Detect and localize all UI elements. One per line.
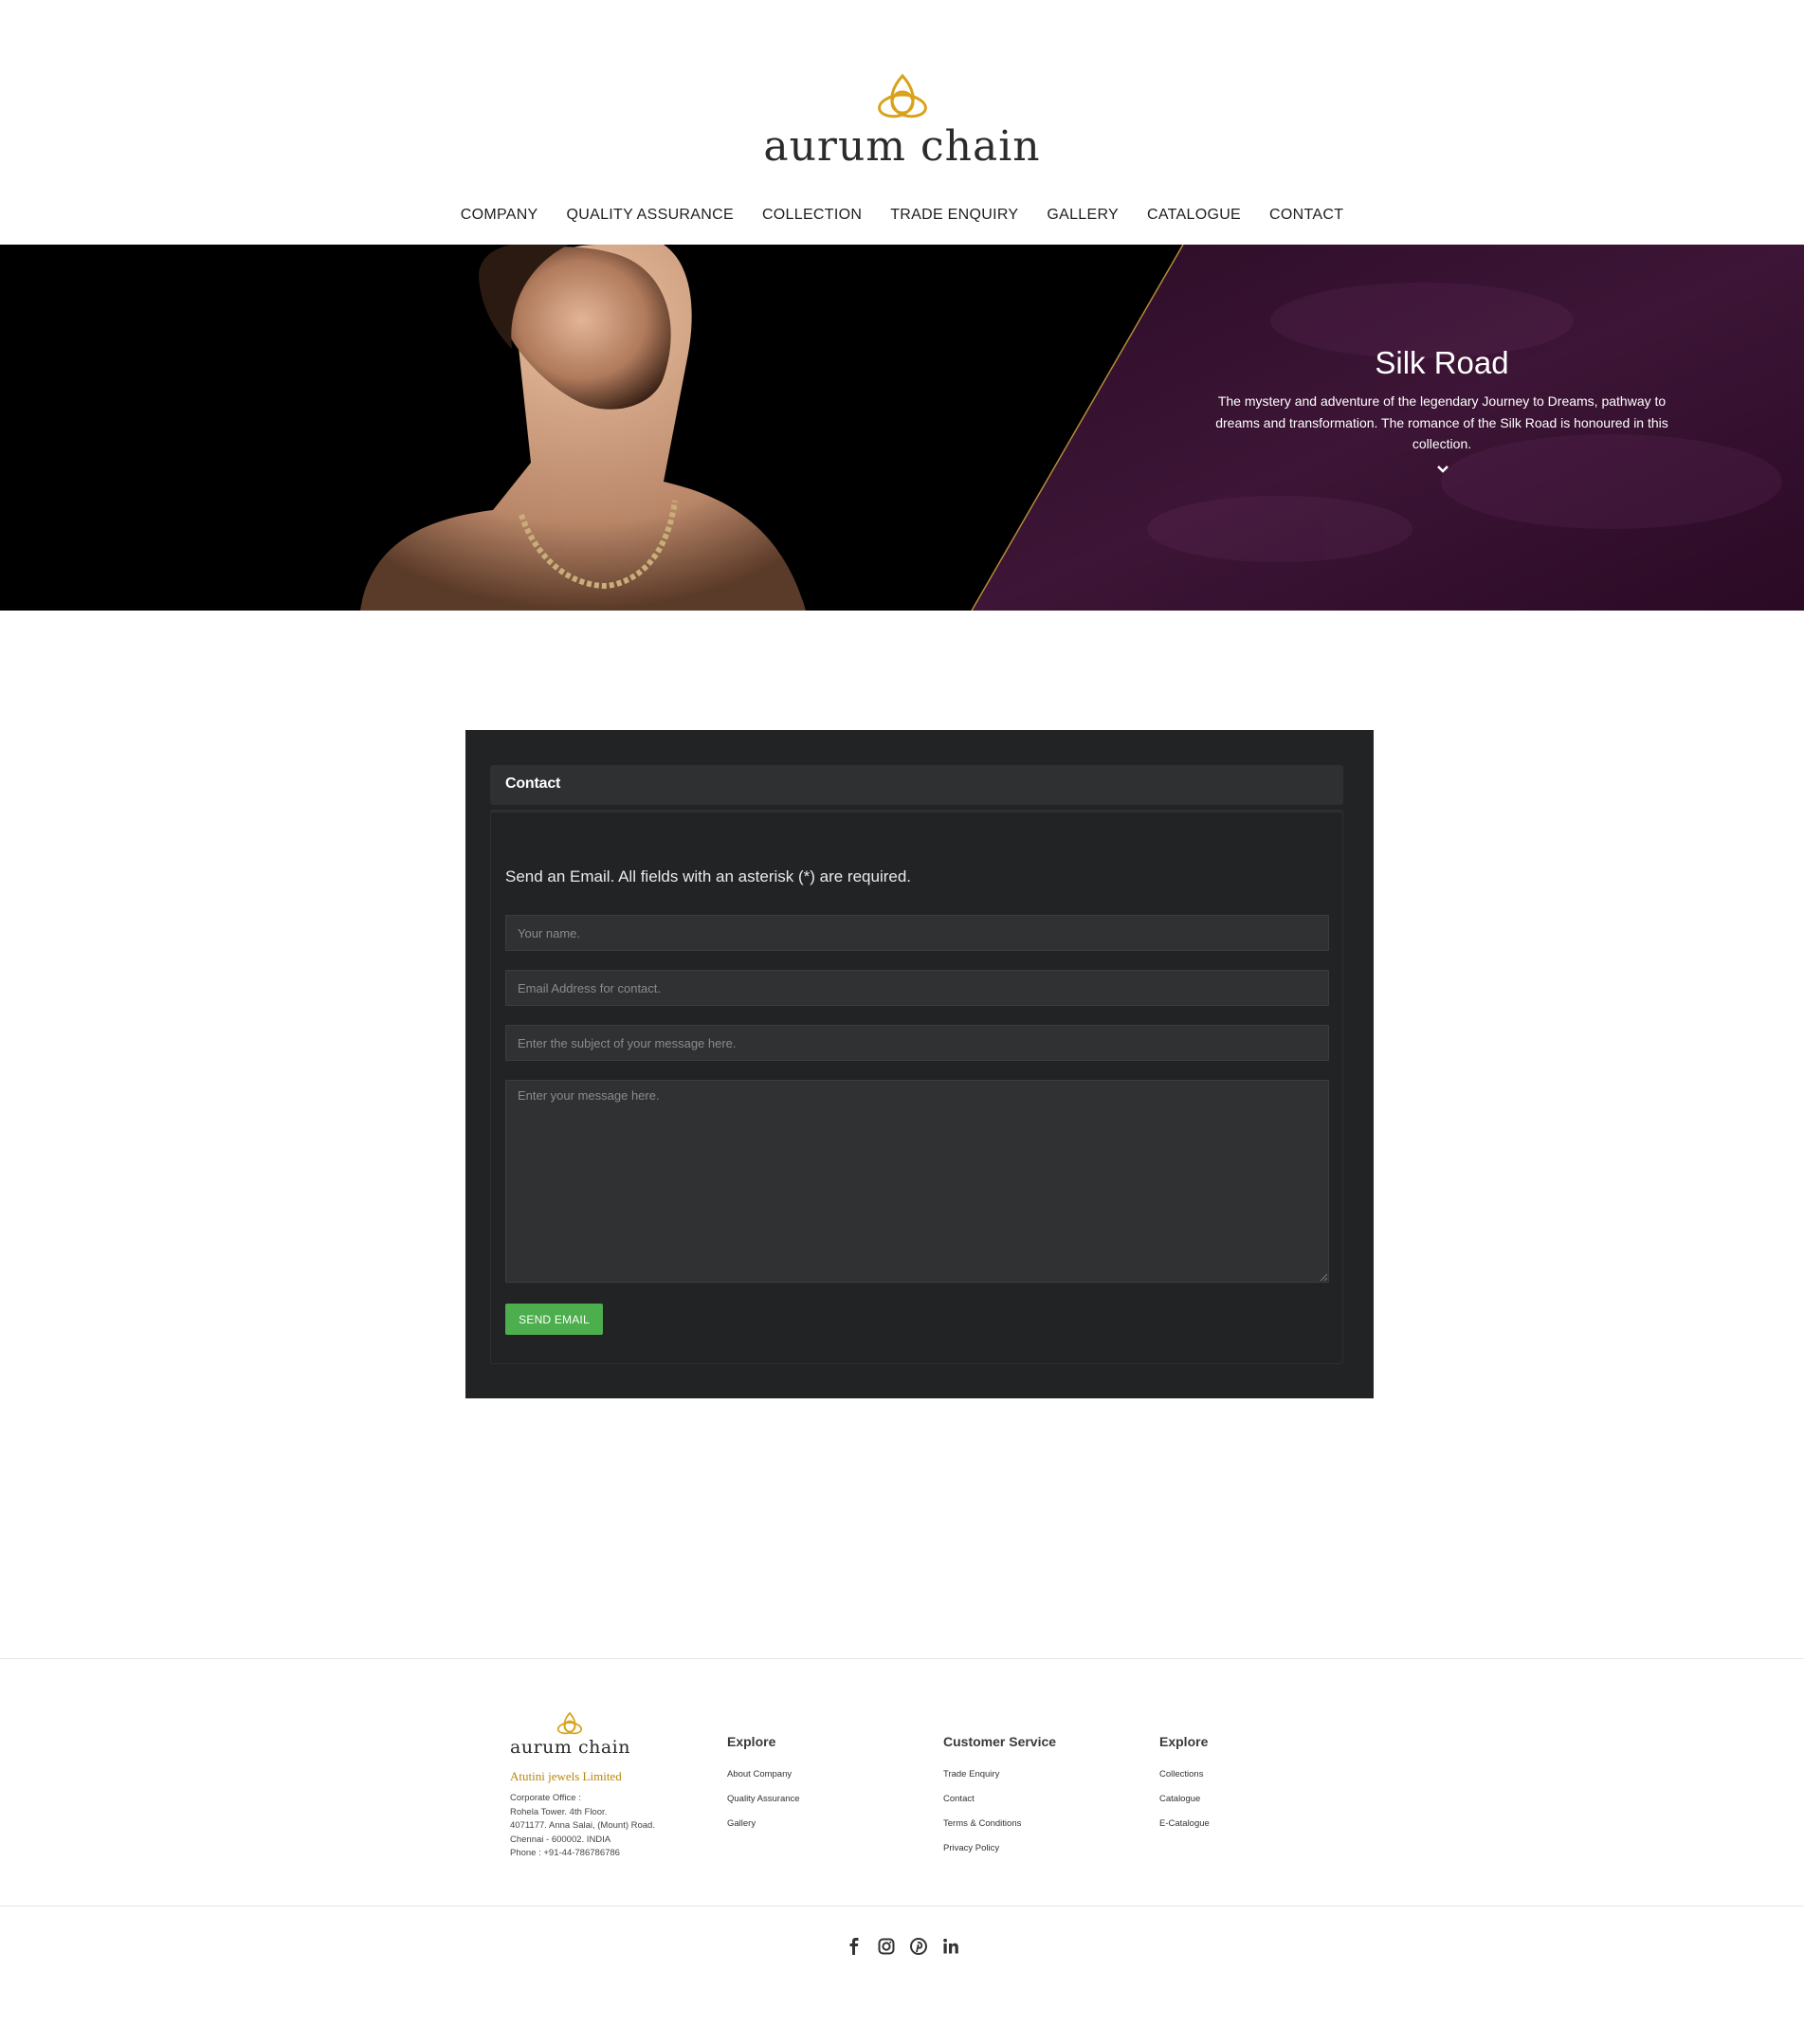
facebook-icon[interactable]: [845, 1937, 864, 1956]
address-line: Rohela Tower. 4th Floor.: [510, 1806, 608, 1817]
footer-column-explore: Explore About Company Quality Assurance …: [727, 1734, 800, 1836]
footer-address: Corporate Office : Rohela Tower. 4th Flo…: [510, 1792, 700, 1861]
footer-bottom-divider: [0, 1906, 1804, 1907]
name-input[interactable]: [505, 915, 1329, 951]
pinterest-icon[interactable]: [909, 1937, 928, 1956]
footer-link-about-company[interactable]: About Company: [727, 1762, 800, 1787]
footer-column-title: Explore: [727, 1734, 776, 1749]
form-intro: Send an Email. All fields with an asteri…: [505, 867, 912, 885]
footer-link-e-catalogue[interactable]: E-Catalogue: [1159, 1812, 1210, 1836]
address-line: Chennai - 600002. INDIA: [510, 1834, 611, 1845]
social-links: [0, 1937, 1804, 1956]
site-logo[interactable]: aurum chain: [0, 72, 1804, 171]
nav-trade-enquiry[interactable]: TRADE ENQUIRY: [890, 205, 1018, 226]
subject-input[interactable]: [505, 1025, 1329, 1061]
footer-column-title: Customer Service: [943, 1734, 1057, 1749]
footer-company-name: Atutini jewels Limited: [510, 1769, 622, 1783]
nav-gallery[interactable]: GALLERY: [1047, 205, 1119, 226]
main-nav: COMPANY QUALITY ASSURANCE COLLECTION TRA…: [0, 205, 1804, 226]
brand-name: aurum chain: [763, 122, 1041, 171]
footer-link-gallery[interactable]: Gallery: [727, 1812, 800, 1836]
nav-quality-assurance[interactable]: QUALITY ASSURANCE: [567, 205, 734, 226]
hero-banner: Silk Road The mystery and adventure of t…: [0, 245, 1804, 611]
footer-column-customer-service: Customer Service Trade Enquiry Contact T…: [943, 1734, 1056, 1861]
footer-column-title: Explore: [1159, 1734, 1209, 1749]
contact-module: Contact Send an Email. All fields with a…: [465, 730, 1374, 1398]
footer-link-trade-enquiry[interactable]: Trade Enquiry: [943, 1762, 1056, 1787]
footer-brand: aurum chain Atutini jewels Limited Corpo…: [510, 1711, 700, 1861]
nav-catalogue[interactable]: CATALOGUE: [1147, 205, 1241, 226]
nav-collection[interactable]: COLLECTION: [762, 205, 862, 226]
message-textarea[interactable]: [505, 1080, 1329, 1283]
footer-link-collections[interactable]: Collections: [1159, 1762, 1210, 1787]
send-email-button[interactable]: SEND EMAIL: [505, 1304, 603, 1335]
footer-link-terms[interactable]: Terms & Conditions: [943, 1812, 1056, 1836]
triquetra-icon: [877, 73, 927, 119]
footer-brand-name: aurum chain: [510, 1737, 630, 1758]
footer-link-privacy-policy[interactable]: Privacy Policy: [943, 1836, 1056, 1861]
triquetra-icon: [556, 1711, 583, 1735]
email-input[interactable]: [505, 970, 1329, 1006]
footer-link-quality-assurance[interactable]: Quality Assurance: [727, 1787, 800, 1812]
linkedin-icon[interactable]: [941, 1937, 960, 1956]
hero-title: Silk Road: [1375, 345, 1509, 380]
contact-header: Contact: [490, 765, 1343, 805]
footer-divider: [0, 1658, 1804, 1659]
address-line: 4071177. Anna Salai, (Mount) Road.: [510, 1820, 655, 1831]
hero-description: The mystery and adventure of the legenda…: [1215, 393, 1668, 451]
contact-form: Send an Email. All fields with an asteri…: [490, 810, 1343, 1364]
address-line: Corporate Office :: [510, 1793, 581, 1803]
footer-link-contact[interactable]: Contact: [943, 1787, 1056, 1812]
nav-contact[interactable]: CONTACT: [1269, 205, 1343, 226]
contact-title: Contact: [505, 776, 561, 792]
resize-handle-icon[interactable]: [1320, 1273, 1328, 1282]
nav-company[interactable]: COMPANY: [461, 205, 538, 226]
instagram-icon[interactable]: [877, 1937, 896, 1956]
chevron-down-icon[interactable]: [1433, 463, 1452, 476]
footer-link-catalogue[interactable]: Catalogue: [1159, 1787, 1210, 1812]
address-line: Phone : +91-44-786786786: [510, 1848, 620, 1858]
footer-column-explore-2: Explore Collections Catalogue E-Catalogu…: [1159, 1734, 1210, 1836]
